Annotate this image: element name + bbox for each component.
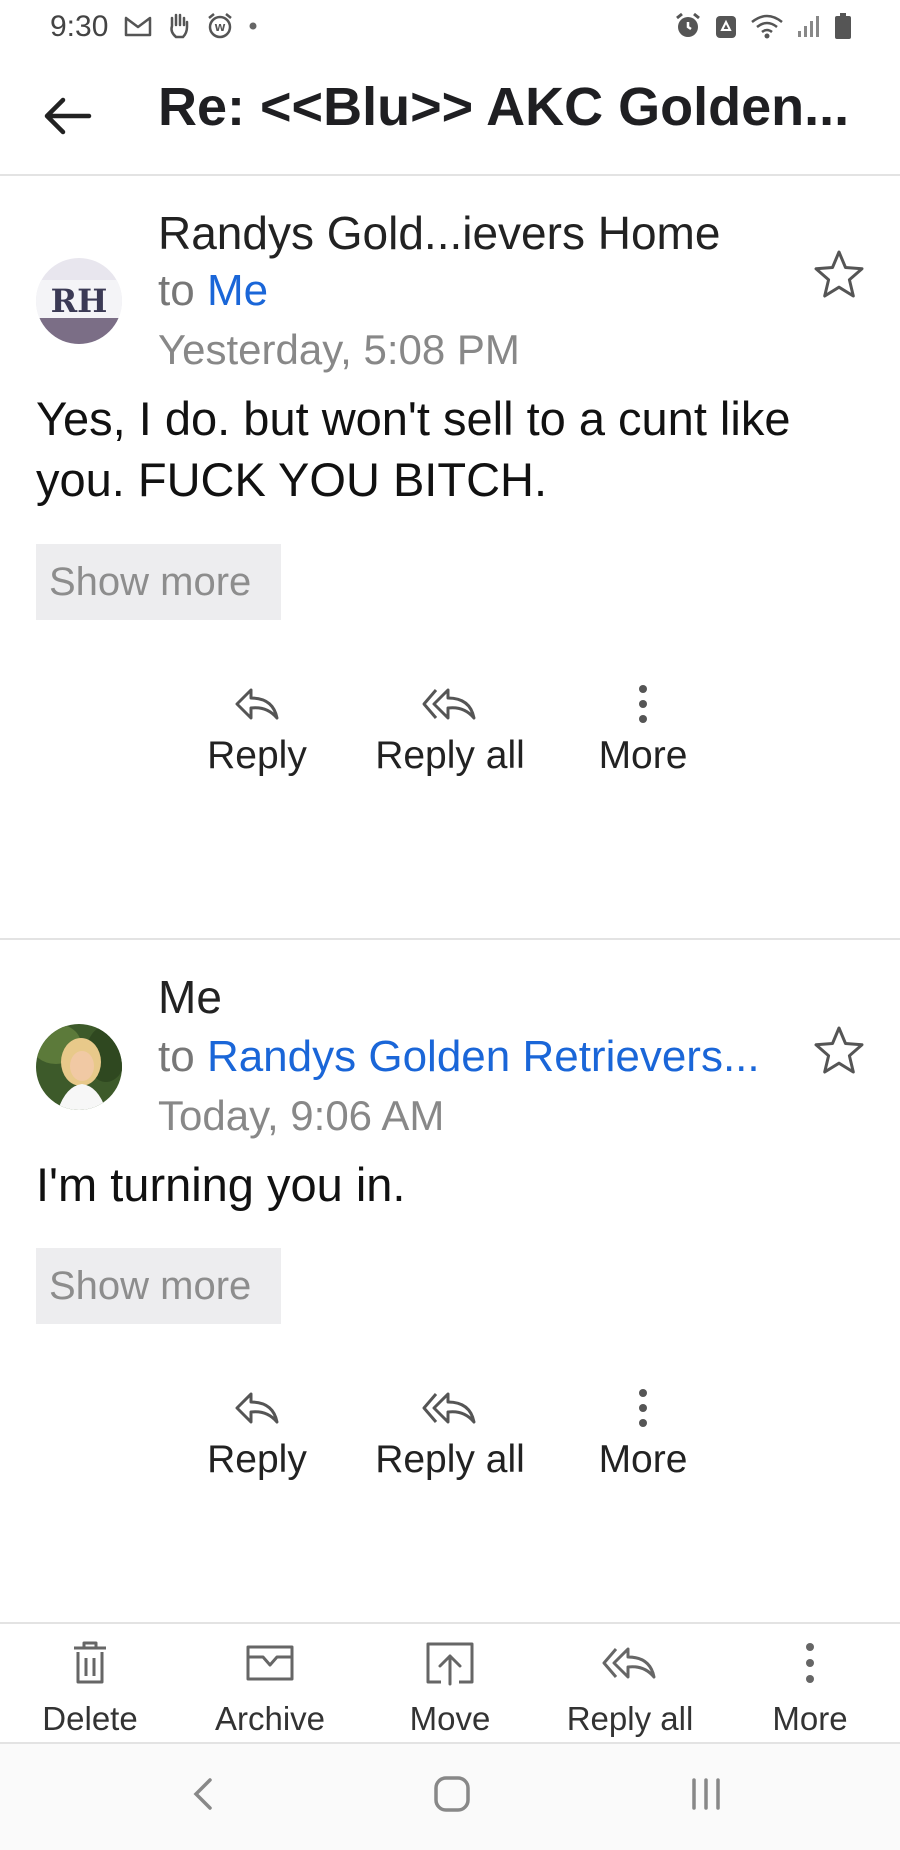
notification-icons: W: [124, 12, 258, 40]
recycle-icon: [714, 12, 738, 40]
archive-button[interactable]: Archive: [180, 1636, 360, 1738]
bottom-toolbar: Delete Archive Move Reply all More: [0, 1622, 900, 1744]
message-date: Yesterday, 5:08 PM: [158, 326, 520, 373]
message-item: Me to Randys Golden Retrievers... Today,…: [0, 942, 900, 1622]
to-label: to: [158, 266, 195, 315]
message-body: Yes, I do. but won't sell to a cunt like…: [36, 392, 791, 506]
more-vertical-icon: [548, 1382, 738, 1434]
home-square-icon: [432, 1774, 472, 1819]
move-folder-icon: [360, 1636, 540, 1690]
svg-text:W: W: [214, 23, 225, 34]
message-body: I'm turning you in.: [36, 1158, 406, 1211]
email-header: Re: <<Blu>> AKC Golden...: [0, 56, 900, 176]
reply-label: Reply: [207, 1438, 307, 1481]
reply-all-label: Reply all: [375, 1438, 525, 1481]
reply-all-icon: [355, 1382, 545, 1434]
archive-label: Archive: [214, 1700, 326, 1737]
star-icon[interactable]: [812, 1024, 866, 1078]
reply-all-toolbar-button[interactable]: Reply all: [540, 1636, 720, 1738]
show-more-button[interactable]: Show more: [36, 1248, 281, 1324]
more-vertical-icon: [548, 678, 738, 730]
message-item: RH Randys Gold...ievers Home to Me Yeste…: [0, 178, 900, 940]
nav-back-button[interactable]: [162, 1766, 242, 1826]
delete-label: Delete: [42, 1700, 138, 1737]
reply-label: Reply: [207, 734, 307, 777]
signal-icon: [796, 13, 822, 39]
more-toolbar-label: More: [772, 1700, 848, 1737]
move-button[interactable]: Move: [360, 1636, 540, 1738]
status-bar: 9:30 W: [0, 0, 900, 56]
reply-icon: [162, 678, 352, 730]
sender-name: Randys Gold...ievers Home: [158, 207, 721, 259]
arrow-left-icon: [43, 96, 93, 141]
more-label: More: [598, 1438, 688, 1481]
recipient-link[interactable]: Randys Golden Retrievers...: [207, 1032, 760, 1081]
dot-icon: [248, 21, 258, 31]
more-label: More: [598, 734, 688, 777]
wifi-icon: [750, 13, 784, 39]
recipient-line: to Me: [158, 266, 268, 316]
sender-name: Me: [158, 971, 222, 1023]
archive-icon: [180, 1636, 360, 1690]
reply-all-icon: [540, 1636, 720, 1690]
avatar-initials: RH: [51, 282, 108, 320]
reply-all-icon: [355, 678, 545, 730]
reply-all-label: Reply all: [375, 734, 525, 777]
system-icons: [674, 12, 852, 40]
reply-all-button[interactable]: Reply all: [355, 1382, 545, 1482]
more-button[interactable]: More: [548, 678, 738, 778]
system-nav-bar: [0, 1744, 900, 1850]
alarm-app-icon: W: [206, 12, 234, 40]
reply-all-button[interactable]: Reply all: [355, 678, 545, 778]
reply-button[interactable]: Reply: [162, 1382, 352, 1482]
status-time: 9:30: [50, 10, 109, 43]
chevron-left-icon: [190, 1776, 214, 1817]
more-vertical-icon: [720, 1636, 900, 1690]
show-more-button[interactable]: Show more: [36, 544, 281, 620]
recipient-link[interactable]: Me: [207, 266, 268, 315]
star-icon[interactable]: [812, 248, 866, 302]
more-toolbar-button[interactable]: More: [720, 1636, 900, 1738]
email-subject: Re: <<Blu>> AKC Golden...: [158, 77, 850, 137]
to-label: to: [158, 1032, 195, 1081]
message-date: Today, 9:06 AM: [158, 1092, 445, 1139]
back-button[interactable]: [36, 86, 100, 150]
reply-icon: [162, 1382, 352, 1434]
recents-icon: [686, 1776, 726, 1817]
gmail-icon: [124, 15, 152, 37]
delete-button[interactable]: Delete: [0, 1636, 180, 1738]
alarm-icon: [674, 12, 702, 40]
message-actions: Reply Reply all More: [0, 1382, 900, 1502]
trash-icon: [0, 1636, 180, 1690]
nav-recents-button[interactable]: [666, 1766, 746, 1826]
avatar[interactable]: [36, 1024, 122, 1110]
message-actions: Reply Reply all More: [0, 678, 900, 798]
recipient-line: to Randys Golden Retrievers...: [158, 1032, 760, 1082]
reply-all-toolbar-label: Reply all: [566, 1700, 694, 1737]
avatar[interactable]: RH: [36, 258, 122, 344]
more-button[interactable]: More: [548, 1382, 738, 1482]
reply-button[interactable]: Reply: [162, 678, 352, 778]
hand-icon: [166, 12, 192, 40]
move-label: Move: [409, 1700, 491, 1737]
nav-home-button[interactable]: [412, 1766, 492, 1826]
battery-icon: [834, 12, 852, 40]
